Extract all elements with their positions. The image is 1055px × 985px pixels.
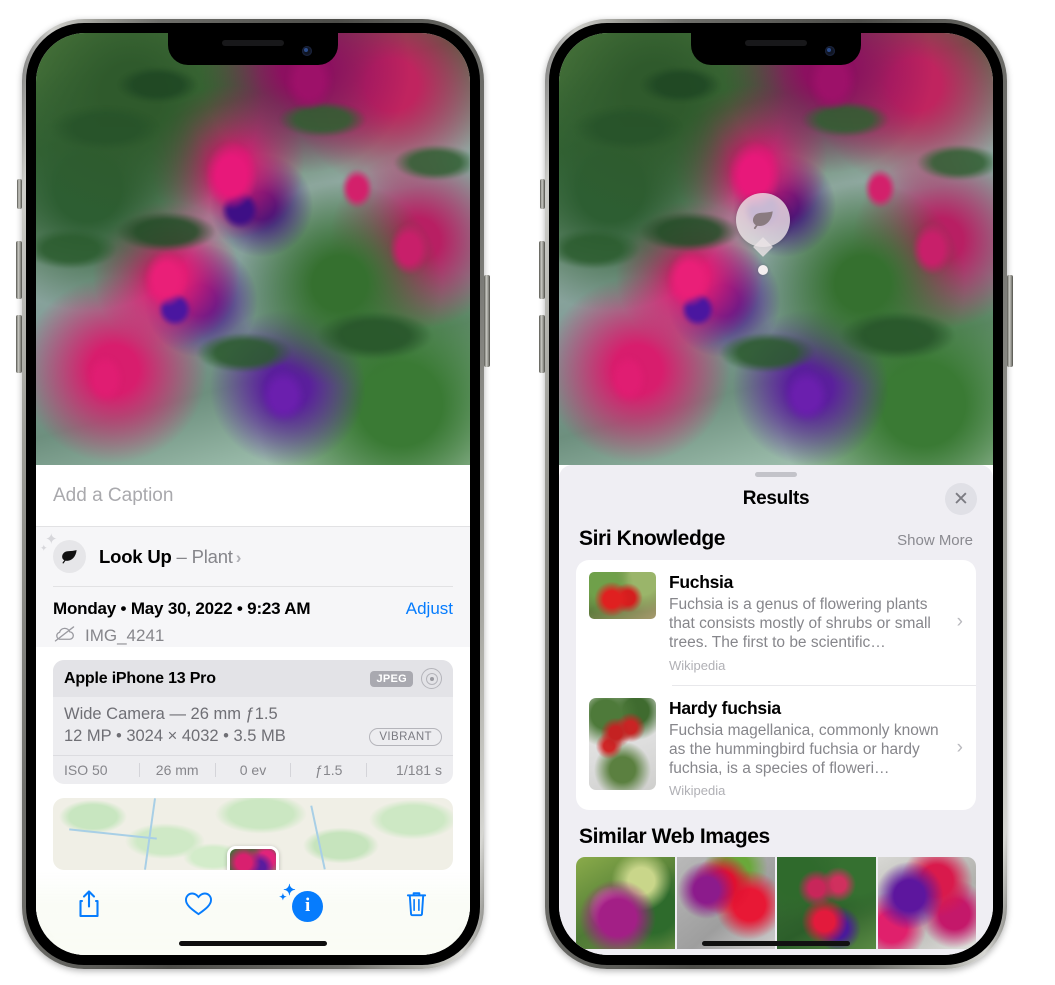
chevron-right-icon: › xyxy=(235,547,242,567)
sparkle-small-icon: ✦ xyxy=(40,543,48,553)
result-source: Wikipedia xyxy=(669,783,726,799)
sparkle-small-icon: ✦ xyxy=(279,891,287,902)
home-indicator[interactable] xyxy=(179,941,327,946)
info-sparkle-icon: ✦ ✦ i xyxy=(279,883,324,922)
style-badge: VIBRANT xyxy=(369,727,442,746)
look-up-title: Look Up xyxy=(99,545,172,567)
camera-info-card: Apple iPhone 13 Pro JPEG Wide Camera — 2… xyxy=(53,660,453,784)
exif-shutter: 1/181 s xyxy=(396,762,442,778)
info-glyph: i xyxy=(305,895,311,916)
web-image-thumbnail[interactable] xyxy=(676,857,775,950)
photo-info-sheet: Add a Caption ✦ ✦ Look Up – Plant › Mond… xyxy=(36,465,470,955)
volume-up-button[interactable] xyxy=(539,241,545,299)
capture-date: Monday • May 30, 2022 • 9:23 AM xyxy=(53,599,311,618)
camera-device-name: Apple iPhone 13 Pro xyxy=(64,669,216,687)
trash-icon xyxy=(405,890,428,923)
results-sheet: Results ✕ Siri Knowledge Show More Fuchs… xyxy=(559,465,993,955)
home-indicator[interactable] xyxy=(702,941,850,946)
chevron-right-icon: › xyxy=(956,611,963,633)
photo-thumbnail-pin[interactable] xyxy=(227,846,279,870)
exif-aperture: ƒ1.5 xyxy=(315,762,343,778)
right-screen: Results ✕ Siri Knowledge Show More Fuchs… xyxy=(559,33,993,955)
mute-switch[interactable] xyxy=(17,179,22,209)
list-item[interactable]: Fuchsia Fuchsia is a genus of flowering … xyxy=(576,560,976,685)
look-up-subject: Plant xyxy=(191,545,233,567)
photo-viewer[interactable] xyxy=(559,33,993,465)
aperture-icon[interactable] xyxy=(421,668,442,689)
caption-placeholder: Add a Caption xyxy=(53,484,174,506)
info-button[interactable]: ✦ ✦ i xyxy=(279,883,335,927)
visual-lookup-badge[interactable] xyxy=(735,193,790,257)
close-icon[interactable]: ✕ xyxy=(945,483,977,515)
format-badge: JPEG xyxy=(370,670,413,687)
adjust-button[interactable]: Adjust xyxy=(406,599,453,619)
result-thumbnail xyxy=(589,572,656,619)
volume-up-button[interactable] xyxy=(16,241,22,299)
siri-knowledge-card: Fuchsia Fuchsia is a genus of flowering … xyxy=(576,560,976,811)
exif-row: ISO 50 26 mm 0 ev ƒ1.5 1/181 s xyxy=(53,755,453,784)
delete-button[interactable] xyxy=(390,885,444,927)
caption-input[interactable]: Add a Caption xyxy=(36,465,470,527)
page-title: Results xyxy=(742,488,810,509)
front-camera-icon xyxy=(302,46,312,56)
spec-line: 12 MP • 3024 × 4032 • 3.5 MB xyxy=(64,727,286,745)
earpiece-speaker xyxy=(222,40,284,46)
result-description: Fuchsia is a genus of flowering plants t… xyxy=(669,596,931,652)
photo-viewer[interactable] xyxy=(36,33,470,465)
power-button[interactable] xyxy=(1007,275,1013,367)
exif-ev: 0 ev xyxy=(239,762,267,778)
chevron-right-icon: › xyxy=(956,736,963,758)
volume-down-button[interactable] xyxy=(16,315,22,373)
siri-knowledge-header: Siri Knowledge Show More xyxy=(559,521,993,560)
mute-switch[interactable] xyxy=(540,179,545,209)
result-title: Hardy fuchsia xyxy=(669,697,781,718)
look-up-dash: – xyxy=(171,545,192,567)
device-bezel: Add a Caption ✦ ✦ Look Up – Plant › Mond… xyxy=(26,23,480,965)
similar-web-images-header: Similar Web Images xyxy=(559,810,993,857)
metadata-block: Monday • May 30, 2022 • 9:23 AM Adjust I… xyxy=(36,587,470,647)
similar-web-images-strip[interactable] xyxy=(576,857,976,950)
share-button[interactable] xyxy=(62,885,116,927)
section-title-siri-knowledge: Siri Knowledge xyxy=(579,527,726,550)
device-bezel: Results ✕ Siri Knowledge Show More Fuchs… xyxy=(549,23,1003,965)
iphone-right-device: Results ✕ Siri Knowledge Show More Fuchs… xyxy=(539,19,1013,969)
leaf-icon xyxy=(752,211,773,230)
results-header: Results ✕ xyxy=(559,477,993,521)
screenshot-stage: Add a Caption ✦ ✦ Look Up – Plant › Mond… xyxy=(0,0,1055,985)
photo-blooms-layer xyxy=(36,33,470,465)
web-image-thumbnail[interactable] xyxy=(877,857,976,950)
pin-thumbnail xyxy=(230,849,276,870)
show-more-button[interactable]: Show More xyxy=(897,532,973,549)
power-button[interactable] xyxy=(484,275,490,367)
section-title-similar-web-images: Similar Web Images xyxy=(579,825,770,849)
location-map[interactable] xyxy=(53,798,453,870)
lens-line: Wide Camera — 26 mm ƒ1.5 xyxy=(64,705,278,723)
volume-down-button[interactable] xyxy=(539,315,545,373)
notch xyxy=(691,33,861,65)
leaf-icon: ✦ ✦ xyxy=(40,532,86,573)
left-screen: Add a Caption ✦ ✦ Look Up – Plant › Mond… xyxy=(36,33,470,955)
result-title: Fuchsia xyxy=(669,572,734,592)
notch xyxy=(168,33,338,65)
front-camera-icon xyxy=(825,46,835,56)
web-image-thumbnail[interactable] xyxy=(576,857,675,950)
heart-icon xyxy=(184,891,213,922)
result-description: Fuchsia magellanica, commonly known as t… xyxy=(669,721,939,778)
exif-focal: 26 mm xyxy=(155,762,199,778)
visual-lookup-dot[interactable] xyxy=(757,265,768,275)
web-image-thumbnail[interactable] xyxy=(777,857,876,950)
favorite-button[interactable] xyxy=(171,885,225,927)
look-up-row[interactable]: ✦ ✦ Look Up – Plant › xyxy=(36,527,470,587)
cloud-slash-icon xyxy=(53,625,76,647)
result-thumbnail xyxy=(589,697,656,790)
list-item[interactable]: Hardy fuchsia Fuchsia magellanica, commo… xyxy=(576,686,976,811)
file-name: IMG_4241 xyxy=(85,626,165,645)
exif-iso: ISO 50 xyxy=(64,762,108,778)
look-up-label: Look Up – Plant › xyxy=(99,546,241,568)
photo-blooms-layer xyxy=(559,33,993,465)
share-icon xyxy=(77,889,101,924)
earpiece-speaker xyxy=(745,40,807,46)
iphone-left-device: Add a Caption ✦ ✦ Look Up – Plant › Mond… xyxy=(16,19,490,969)
result-source: Wikipedia xyxy=(669,657,726,673)
